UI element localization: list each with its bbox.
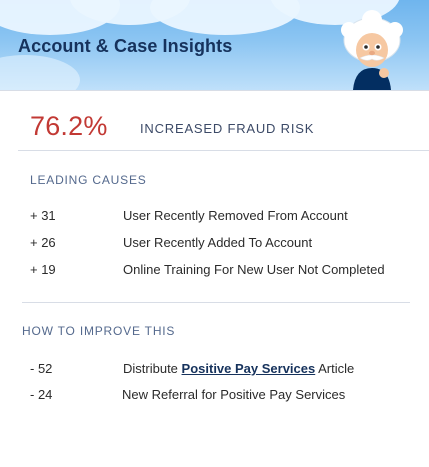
positive-pay-services-link[interactable]: Positive Pay Services (182, 361, 316, 376)
cause-score: + 26 (30, 235, 56, 250)
card-header: Account & Case Insights (0, 0, 429, 91)
einstein-mascot-icon (341, 10, 403, 90)
improve-title: HOW TO IMPROVE THIS (22, 324, 176, 338)
fraud-risk-label: INCREASED FRAUD RISK (140, 121, 315, 136)
divider (18, 150, 429, 151)
improve-text-prefix: Distribute (123, 361, 182, 376)
improve-text: New Referral for Positive Pay Services (122, 387, 346, 402)
cause-text: Online Training For New User Not Complet… (123, 262, 385, 277)
list-item: + 26 User Recently Added To Account (0, 235, 429, 255)
leading-causes-title: LEADING CAUSES (30, 173, 147, 187)
fraud-risk-value: 76.2% (30, 111, 108, 141)
list-item: - 24 New Referral for Positive Pay Servi… (0, 387, 429, 407)
list-item: + 19 Online Training For New User Not Co… (0, 262, 429, 282)
improve-score: - 52 (30, 361, 53, 376)
card-title: Account & Case Insights (18, 36, 233, 56)
cause-text: User Recently Added To Account (123, 235, 313, 250)
list-item: + 31 User Recently Removed From Account (0, 208, 429, 228)
improve-score: - 24 (30, 387, 53, 402)
cause-score: + 31 (30, 208, 56, 223)
cause-score: + 19 (30, 262, 56, 277)
improve-text: Distribute Positive Pay Services Article (123, 361, 354, 376)
divider (22, 302, 410, 303)
cause-text: User Recently Removed From Account (123, 208, 348, 223)
insights-card: Account & Case Insights 76.2% INCREASED … (0, 0, 429, 467)
improve-text-suffix: Article (315, 361, 355, 376)
list-item: - 52 Distribute Positive Pay Services Ar… (0, 361, 429, 381)
